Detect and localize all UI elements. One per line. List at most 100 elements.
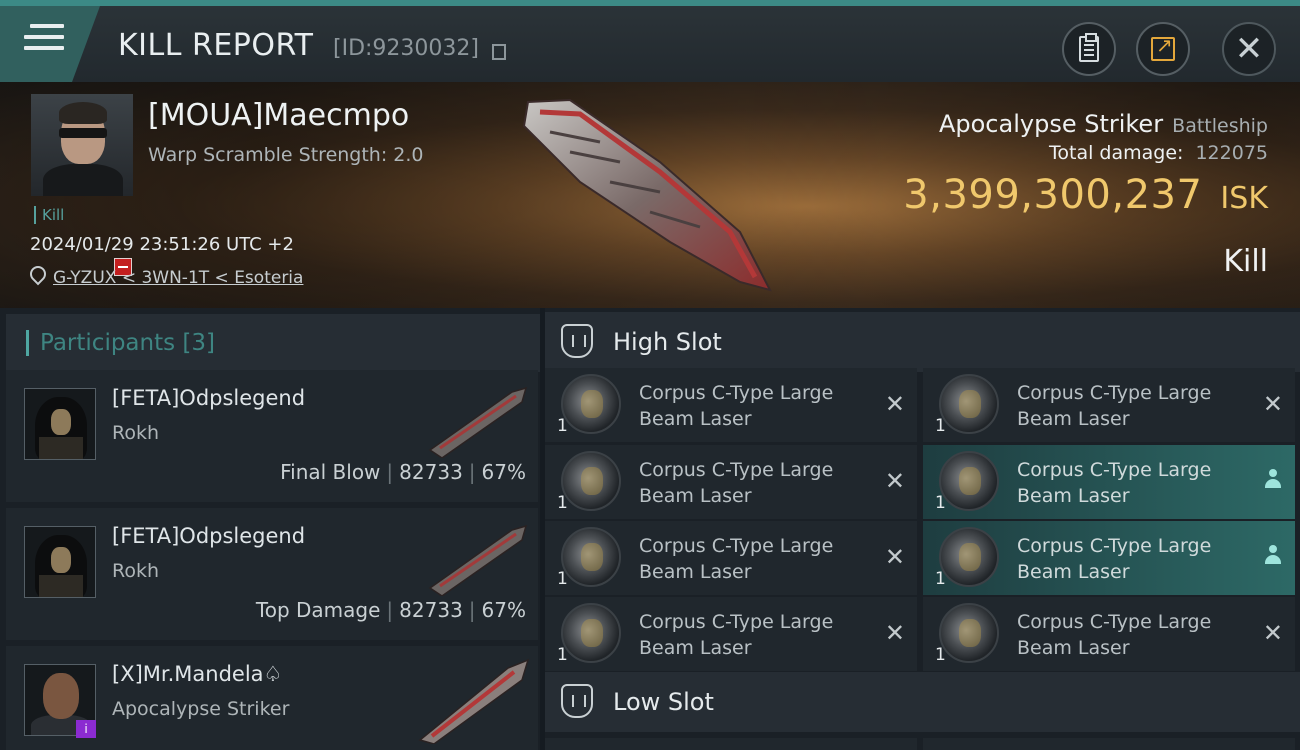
destroyed-icon: ✕ [884,543,905,571]
close-button[interactable]: ✕ [1222,22,1276,76]
module-qty: 1 [557,645,568,665]
module-qty: 1 [935,569,946,589]
participant-row[interactable]: [FETA]Odpslegend Rokh Final Blow | 82733 | 6… [6,370,538,502]
participant-ship-image [428,524,528,596]
participant-name: [X]Mr.Mandela♤ [112,662,283,686]
participant-stats: Final Blow | 82733 | 67% [280,460,526,484]
report-id: [ID:9230032] [333,36,479,61]
module-item[interactable]: 1 Corpus C-Type Large Beam Laser ✕ [923,368,1295,442]
isk-value: 3,399,300,237 ISK [903,172,1268,218]
participant-row[interactable]: i [X]Mr.Mandela♤ Apocalypse Striker [6,646,538,750]
total-damage-label: Total damage: [1049,142,1184,164]
top-bar: KILL REPORT [ID:9230032] ✕ [0,0,1300,82]
module-name: Corpus C-Type Large Beam Laser [639,382,834,430]
isk-unit: ISK [1220,181,1268,216]
participants-header: Participants [3] [6,314,540,372]
low-slot-icon [561,684,593,718]
module-name: Corpus C-Type Large Beam Laser [1017,611,1212,659]
laser-module-icon [561,603,621,663]
victim-name[interactable]: [MOUA]Maecmpo [148,98,409,133]
participants-panel: Participants [3] [FETA]Odpslegend Rokh F… [0,308,540,750]
dropped-person-icon [1265,545,1281,565]
participant-ship-image [428,386,528,458]
module-item[interactable] [545,738,917,750]
laser-module-icon [939,374,999,434]
share-button[interactable] [1136,22,1190,76]
module-item[interactable]: 1 Corpus C-Type Large Beam Laser ✕ [545,597,917,671]
participant-avatar[interactable] [24,388,96,460]
module-item[interactable]: 1 Corpus C-Type Large Beam Laser ✕ [545,368,917,442]
module-item[interactable]: 1 Corpus C-Type Large Beam Laser ✕ [923,597,1295,671]
result-label: Kill [1223,244,1268,279]
total-damage: Total damage: 122075 [1049,142,1268,164]
page-title: KILL REPORT [118,28,314,63]
copy-icon[interactable] [492,44,506,60]
close-icon: ✕ [1234,29,1264,69]
participant-stats: Top Damage | 82733 | 67% [255,598,526,622]
module-item[interactable]: 1 Corpus C-Type Large Beam Laser ✕ [545,445,917,519]
share-icon [1151,33,1175,61]
participant-ship-image [418,658,530,744]
module-qty: 1 [557,569,568,589]
kill-tag: Kill [34,206,64,224]
warp-scramble-strength: Warp Scramble Strength: 2.0 [148,144,424,166]
victim-ship: Apocalypse Striker Battleship [939,110,1268,138]
destroyed-icon: ✕ [1262,619,1283,647]
total-damage-value: 122075 [1195,142,1268,164]
laser-module-icon [561,374,621,434]
module-item[interactable]: 1 Corpus C-Type Large Beam Laser [923,445,1295,519]
module-name: Corpus C-Type Large Beam Laser [639,611,834,659]
destroyed-icon: ✕ [1262,390,1283,418]
laser-module-icon [561,451,621,511]
dropped-person-icon [1265,469,1281,489]
destroyed-icon: ✕ [884,619,905,647]
participant-damage: 82733 [399,598,463,622]
participant-role: Final Blow [280,460,381,484]
module-qty: 1 [557,493,568,513]
laser-module-icon [939,603,999,663]
module-name: Corpus C-Type Large Beam Laser [639,535,834,583]
victim-ship-name: Apocalypse Striker [938,110,1164,138]
destroyed-icon: ✕ [884,467,905,495]
participant-avatar[interactable] [24,526,96,598]
high-slot-icon [561,324,593,358]
destroyed-icon: ✕ [884,390,905,418]
participant-badge: i [76,720,96,738]
participant-damage: 82733 [399,460,463,484]
fitting-panel: High Slot 1 Corpus C-Type Large Beam Las… [545,308,1300,750]
module-qty: 1 [935,416,946,436]
participant-ship: Rokh [112,560,160,582]
menu-icon[interactable] [24,24,64,58]
low-slot-title: Low Slot [613,688,714,716]
high-slot-header: High Slot [545,312,1300,372]
participant-ship: Rokh [112,422,160,444]
participant-percent: 67% [481,460,526,484]
isk-amount: 3,399,300,237 [903,172,1203,218]
module-name: Corpus C-Type Large Beam Laser [1017,535,1212,583]
laser-module-icon [939,527,999,587]
participant-row[interactable]: [FETA]Odpslegend Rokh Top Damage | 82733 | 6… [6,508,538,640]
clipboard-button[interactable] [1062,22,1116,76]
module-item[interactable]: 1 Corpus C-Type Large Beam Laser [923,521,1295,595]
participant-name: [FETA]Odpslegend [112,386,306,410]
victim-ship-image [522,98,772,292]
victim-avatar[interactable] [31,94,133,196]
participant-name: [FETA]Odpslegend [112,524,306,548]
clipboard-icon [1079,33,1099,62]
module-item[interactable]: 1 Corpus C-Type Large Beam Laser ✕ [545,521,917,595]
victim-ship-class: Battleship [1172,115,1268,137]
module-name: Corpus C-Type Large Beam Laser [639,459,834,507]
kill-datetime: 2024/01/29 23:51:26 UTC +2 [30,234,294,255]
module-qty: 1 [557,416,568,436]
high-slot-title: High Slot [613,328,722,356]
module-item[interactable] [923,738,1295,750]
participants-title: Participants [3] [40,330,215,356]
participant-role: Top Damage [255,598,381,622]
module-name: Corpus C-Type Large Beam Laser [1017,382,1212,430]
module-qty: 1 [935,645,946,665]
victim-panel: [MOUA]Maecmpo Warp Scramble Strength: 2.… [0,82,1300,308]
location-pin-icon [30,266,42,282]
kill-location-link[interactable]: G-YZUX < 3WN-1T < Esoteria [53,268,303,288]
participant-ship: Apocalypse Striker [112,698,290,720]
module-name: Corpus C-Type Large Beam Laser [1017,459,1212,507]
